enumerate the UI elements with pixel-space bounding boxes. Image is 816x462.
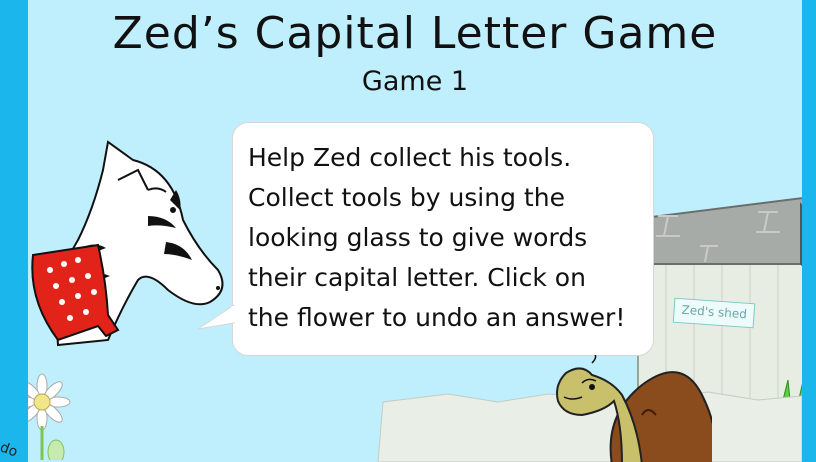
flower-undo-icon[interactable] (28, 370, 80, 460)
speech-bubble-tail (198, 305, 235, 330)
instruction-line: their capital letter. Click on (248, 263, 586, 292)
instruction-line: Help Zed collect his tools. (248, 143, 572, 172)
game-stage: Zed's shed Help Zed collect his tools. C… (28, 0, 802, 462)
game-subtitle: Game 1 (361, 66, 469, 97)
instruction-line: Collect tools by using the (248, 183, 565, 212)
game-title: Zed’s Capital Letter Game (112, 8, 718, 59)
flower-undo-label: do (0, 439, 20, 461)
instruction-line: the flower to undo an answer! (248, 303, 626, 332)
instructions-text: Help Zed collect his tools. Collect tool… (248, 138, 658, 338)
tortoise-icon[interactable] (552, 355, 712, 462)
instruction-line: looking glass to give words (248, 223, 588, 252)
